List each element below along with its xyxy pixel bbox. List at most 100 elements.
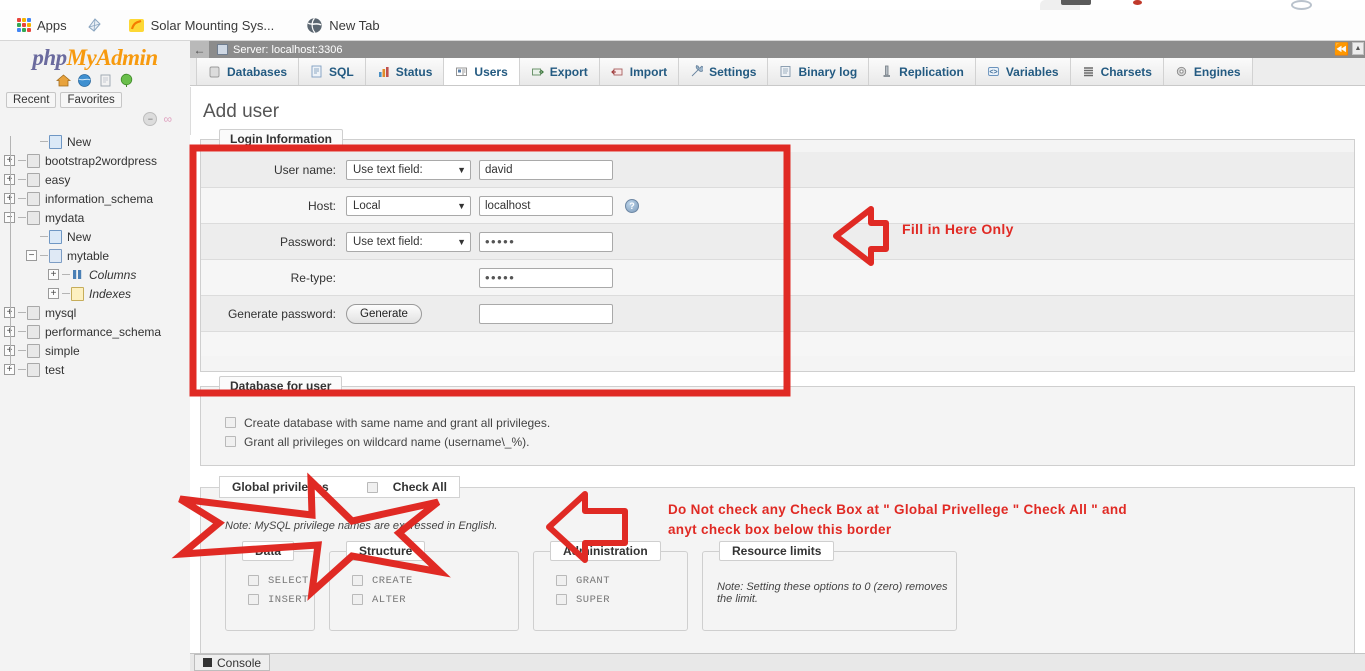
tree-node-label[interactable]: Indexes [89,287,131,301]
privilege-insert[interactable]: INSERT [226,590,314,609]
create-database-checkbox[interactable] [225,417,236,428]
server-tabs[interactable]: Databases SQL Status Users Export Import Setti… [190,58,1365,86]
tab-charsets[interactable]: Charsets [1070,58,1164,85]
tab-users[interactable]: Users [444,58,520,85]
super-checkbox[interactable] [556,594,567,605]
collapse-navigation-icon[interactable]: ⏪ [1334,42,1349,56]
tree-node-indexes[interactable]: + Indexes [4,284,190,303]
chevron-down-icon: ▼ [457,200,466,211]
select-checkbox[interactable] [248,575,259,586]
privilege-create[interactable]: CREATE [330,571,518,590]
tab-status[interactable]: Status [365,58,445,85]
tree-node-performance-schema[interactable]: +performance_schema [4,322,190,341]
tab-import[interactable]: Import [599,58,680,85]
tree-node-mysql[interactable]: +mysql [4,303,190,322]
wildcard-privileges-checkbox[interactable] [225,436,236,447]
tree-node-mydata[interactable]: −mydata [4,208,190,227]
database-tree[interactable]: New+bootstrap2wordpress+easy+information… [0,132,190,379]
insert-checkbox[interactable] [248,594,259,605]
navigation-collapse-row[interactable]: − ∞ [0,112,190,126]
tab-label: Status [395,64,433,79]
globe-icon[interactable] [77,73,92,88]
tab-engines[interactable]: Engines [1163,58,1253,85]
username-select[interactable]: Use text field: ▼ [346,159,471,180]
home-icon[interactable] [55,73,72,88]
tab-strip-remnant [0,0,1365,10]
bookmark-new-tab[interactable]: New Tab [297,13,388,37]
collapse-all-icon[interactable]: − [143,112,158,126]
password-select[interactable]: Use text field: ▼ [346,231,471,252]
generate-button[interactable]: Generate [346,303,422,324]
tree-node-label[interactable]: information_schema [45,192,153,206]
bookmark-apps[interactable]: Apps [8,13,76,37]
wildcard-privileges-option[interactable]: Grant all privileges on wildcard name (u… [201,432,1354,451]
retype-input[interactable]: ••••• [479,267,613,288]
tree-node-label[interactable]: mysql [45,306,76,320]
tree-node-columns[interactable]: + Columns [4,265,190,284]
tree-node-bootstrap2wordpress[interactable]: +bootstrap2wordpress [4,151,190,170]
server-icon [217,44,228,55]
tree-node-mytable[interactable]: − mytable [4,246,190,265]
tree-node-label[interactable]: easy [45,173,70,187]
tree-node-label[interactable]: Columns [89,268,136,282]
console-button[interactable]: Console [194,654,271,671]
expand-icon[interactable]: + [48,288,59,299]
navigation-quick-links[interactable]: Recent Favorites [0,92,190,108]
privilege-alter[interactable]: ALTER [330,590,518,609]
phpmyadmin-logo[interactable]: phpMyAdmin [0,41,190,71]
recent-button[interactable]: Recent [6,92,57,108]
privilege-select[interactable]: SELECT [226,571,314,590]
privilege-super[interactable]: SUPER [534,590,687,609]
username-input[interactable]: david [479,159,613,180]
password-input[interactable]: ••••• [479,231,613,252]
doc-icon[interactable] [98,73,113,88]
help-info-icon[interactable]: ? [625,198,639,213]
host-select[interactable]: Local ▼ [346,195,471,216]
tab-replication[interactable]: Replication [869,58,976,85]
bookmark-label: Solar Mounting Sys... [150,17,275,33]
favorites-button[interactable]: Favorites [60,92,122,108]
create-checkbox[interactable] [352,575,363,586]
host-input[interactable]: localhost [479,195,613,216]
generated-password-input[interactable] [478,303,613,324]
tree-node-new[interactable]: New [4,227,190,246]
tree-node-label[interactable]: mydata [45,211,84,225]
check-all-group[interactable]: Check All [366,480,447,494]
tree-node-new[interactable]: New [4,132,190,151]
tree-node-label[interactable]: New [67,230,91,244]
expand-icon[interactable]: + [48,269,59,280]
tab-databases[interactable]: Databases [196,58,300,85]
navigation-icon-row[interactable] [0,73,190,88]
tab-sql[interactable]: SQL [299,58,366,85]
tree-node-label[interactable]: New [67,135,91,149]
grant-checkbox[interactable] [556,575,567,586]
tab-export[interactable]: Export [519,58,600,85]
replication-icon [880,65,893,78]
collapse-icon[interactable]: − [26,250,37,261]
tab-label: Settings [709,64,757,79]
tree-node-information-schema[interactable]: +information_schema [4,189,190,208]
tree-node-label[interactable]: simple [45,344,80,358]
back-button[interactable]: ← [190,41,210,58]
tree-node-label[interactable]: bootstrap2wordpress [45,154,157,168]
alter-checkbox[interactable] [352,594,363,605]
privilege-grant[interactable]: GRANT [534,571,687,590]
create-database-option[interactable]: Create database with same name and grant… [201,413,1354,432]
tree-node-label[interactable]: performance_schema [45,325,161,339]
bookmarks-bar[interactable]: Apps Solar Mounting Sys... New Tab [0,10,1365,40]
tree-node-simple[interactable]: +simple [4,341,190,360]
bookmark-solar-mounting[interactable]: Solar Mounting Sys... [119,13,284,37]
tab-binary-log[interactable]: Binary log [768,58,870,85]
tree-node-label[interactable]: test [45,363,64,377]
tree-node-easy[interactable]: +easy [4,170,190,189]
tab-settings[interactable]: Settings [679,58,769,85]
check-all-checkbox[interactable] [366,481,378,493]
tree-node-test[interactable]: + test [4,360,190,379]
scroll-to-top-icon[interactable]: ▲ [1352,42,1364,55]
tree-node-label[interactable]: mytable [67,249,109,263]
balloon-icon[interactable] [119,73,134,88]
tab-variables[interactable]: <> Variables [975,58,1071,85]
link-with-main-panel-icon[interactable]: ∞ [163,112,172,126]
bookmark-kite[interactable] [76,13,119,37]
db-icon [27,305,40,320]
